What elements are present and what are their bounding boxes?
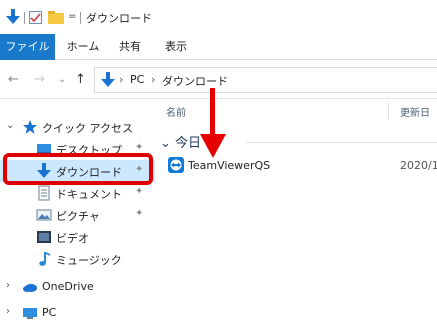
toolbar-separator	[24, 12, 25, 24]
address-path-box[interactable]: › PC › ダウンロード	[94, 67, 437, 93]
sidebar-item-quick-access[interactable]: ⌄ クイック アクセス	[0, 116, 155, 138]
window-title: ダウンロード	[86, 12, 152, 25]
sidebar-item-label: ピクチャ	[56, 210, 100, 223]
forward-button[interactable]: →	[34, 72, 45, 87]
cloud-icon	[23, 284, 37, 292]
document-icon	[38, 185, 50, 201]
sidebar-item-label: ミュージック	[56, 254, 122, 267]
file-name: TeamViewerQS	[188, 159, 271, 172]
sidebar-item-pc[interactable]: › PC	[0, 302, 155, 321]
video-icon	[37, 231, 51, 243]
chevron-right-icon[interactable]: ›	[6, 306, 10, 317]
computer-icon	[23, 308, 37, 319]
sidebar-item-music[interactable]: ミュージック	[0, 248, 155, 270]
navigation-pane: ⌄ クイック アクセス デスクトップ ✦ ダウンロード ✦ ドキュメント ✦ ピ…	[0, 100, 155, 321]
title-bar: = ダウンロード	[0, 0, 437, 34]
up-button[interactable]: ↑	[75, 72, 86, 87]
breadcrumb-downloads[interactable]: ダウンロード	[162, 73, 228, 89]
download-folder-icon	[101, 72, 115, 87]
tab-view[interactable]: 表示	[158, 34, 194, 60]
sidebar-item-label: OneDrive	[42, 280, 94, 293]
column-divider[interactable]	[388, 102, 389, 120]
ribbon-tabs: ファイル ホーム 共有 表示	[0, 34, 437, 60]
teamviewer-icon	[168, 157, 184, 173]
customize-toolbar-dropdown[interactable]: =	[68, 11, 76, 22]
pictures-icon	[36, 209, 52, 221]
annotation-arrow-icon	[200, 88, 226, 158]
file-date: 2020/1	[400, 159, 437, 172]
recent-locations-dropdown[interactable]: ⌄	[58, 74, 66, 85]
group-divider	[246, 142, 437, 143]
tab-file[interactable]: ファイル	[0, 34, 55, 60]
chevron-right-icon[interactable]: ›	[6, 280, 10, 291]
breadcrumb-separator[interactable]: ›	[119, 73, 123, 86]
pin-icon[interactable]: ✦	[135, 208, 143, 219]
highlight-box	[3, 153, 153, 185]
toolbar-separator	[80, 12, 81, 24]
tab-home[interactable]: ホーム	[65, 34, 101, 60]
pin-icon[interactable]: ✦	[135, 142, 143, 153]
back-button[interactable]: ←	[8, 72, 19, 87]
tab-share[interactable]: 共有	[112, 34, 148, 60]
breadcrumb-pc[interactable]: PC	[130, 73, 144, 86]
sidebar-item-videos[interactable]: ビデオ	[0, 226, 155, 248]
sidebar-item-onedrive[interactable]: › OneDrive	[0, 276, 155, 298]
sidebar-item-label: ビデオ	[56, 232, 89, 245]
new-folder-icon[interactable]	[48, 11, 64, 24]
download-arrow-icon[interactable]	[6, 9, 20, 25]
star-icon	[23, 120, 37, 134]
sidebar-item-pictures[interactable]: ピクチャ ✦	[0, 204, 155, 226]
music-note-icon	[39, 252, 50, 266]
sidebar-item-label: クイック アクセス	[42, 122, 133, 135]
chevron-down-icon[interactable]: ⌄	[6, 120, 14, 131]
sidebar-item-label: ドキュメント	[56, 188, 122, 201]
sidebar-item-documents[interactable]: ドキュメント ✦	[0, 182, 155, 204]
pin-icon[interactable]: ✦	[135, 186, 143, 197]
sidebar-item-label: PC	[42, 306, 57, 319]
breadcrumb-separator[interactable]: ›	[151, 73, 155, 86]
column-header-date[interactable]: 更新日	[400, 104, 430, 119]
properties-check-icon[interactable]	[29, 11, 42, 24]
column-header-name[interactable]: 名前	[166, 104, 186, 119]
